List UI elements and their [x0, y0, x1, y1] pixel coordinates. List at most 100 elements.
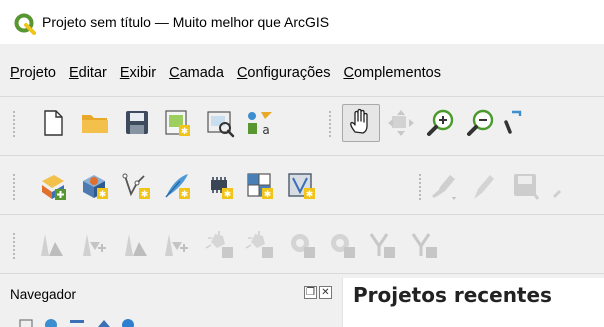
menu-editar[interactable]: Editar: [69, 65, 107, 81]
pan-map-icon: [350, 108, 368, 134]
project-toolbar: ✱ a: [0, 100, 604, 146]
open-project-icon: [82, 115, 108, 133]
new-geopackage-layer-button[interactable]: ✱: [78, 169, 112, 203]
save-project-icon: [126, 111, 148, 134]
fill-ring-icon: [291, 234, 315, 258]
svg-text:✱: ✱: [99, 190, 107, 200]
layout-manager-icon: [207, 111, 235, 138]
reshape-icon: [369, 233, 395, 258]
zoom-full-icon: [504, 110, 522, 134]
layout-manager-button[interactable]: [203, 106, 237, 140]
menu-camada[interactable]: Camada: [169, 65, 224, 81]
save-edits-button: [508, 169, 542, 203]
pan-to-selection-button[interactable]: [384, 106, 418, 140]
delete-ring-icon: [331, 234, 355, 258]
zoom-out-icon: [467, 109, 494, 136]
save-project-button[interactable]: [120, 106, 154, 140]
toolbar-grip[interactable]: [328, 110, 332, 138]
toolbar-grip[interactable]: [12, 173, 16, 201]
new-print-layout-button[interactable]: ✱: [160, 106, 194, 140]
new-virtual-layer-icon: ✱: [247, 173, 273, 200]
toolbar-divider: [0, 96, 604, 97]
menu-exibir[interactable]: Exibir: [120, 65, 156, 81]
recent-projects-heading: Projetos recentes: [353, 283, 552, 307]
current-edits-icon: [474, 175, 494, 199]
menu-projeto[interactable]: Projeto: [10, 65, 56, 81]
svg-text:✱: ✱: [181, 127, 189, 137]
close-panel-icon[interactable]: ✕: [319, 286, 332, 299]
current-edits-button: [466, 169, 500, 203]
svg-text:✱: ✱: [306, 190, 314, 200]
select-vertex-icon: [125, 234, 147, 256]
add-ring-icon: [205, 231, 233, 258]
toolbar-divider: [0, 273, 604, 274]
add-part-button: [243, 228, 277, 262]
new-temporary-scratch-layer-icon: ✱: [211, 177, 233, 200]
zoom-in-icon: [427, 109, 454, 136]
select-vertex-all-icon: [165, 234, 188, 256]
svg-text:a: a: [262, 123, 269, 137]
fill-ring-button: [285, 228, 319, 262]
zoom-in-button[interactable]: [424, 106, 458, 140]
new-geopackage-layer-icon: ✱: [83, 175, 108, 200]
menu-configuracoes[interactable]: Configurações: [237, 65, 331, 81]
offset-curve-icon: [411, 233, 437, 258]
new-spatialite-layer-button[interactable]: ✱: [160, 169, 194, 203]
qgis-logo-icon: [14, 13, 36, 35]
open-project-button[interactable]: [78, 106, 112, 140]
menu-complementos[interactable]: Complementos: [343, 65, 441, 81]
toolbar-grip[interactable]: [12, 110, 16, 138]
new-spatialite-layer-icon: ✱: [165, 174, 190, 200]
edit-more-icon: [552, 189, 562, 199]
browser-panel-title: Navegador: [10, 287, 77, 302]
zoom-out-button[interactable]: [464, 106, 498, 140]
add-part-icon: [245, 231, 273, 258]
toolbar-divider: [0, 214, 604, 215]
svg-text:✱: ✱: [181, 190, 189, 200]
delete-ring-button: [325, 228, 359, 262]
style-manager-button[interactable]: a: [243, 106, 277, 140]
menu-bar: Projeto Editar Exibir Camada Configuraçõ…: [0, 56, 604, 90]
data-source-manager-icon: [42, 175, 66, 200]
browser-toolbar: [0, 312, 342, 327]
new-project-button[interactable]: [36, 106, 70, 140]
new-project-icon: [44, 110, 63, 136]
window-title: Projeto sem título — Muito melhor que Ar…: [42, 14, 330, 30]
toolbar-divider: [0, 155, 604, 156]
new-mesh-layer-icon: ✱: [288, 173, 315, 200]
zoom-full-button[interactable]: [498, 106, 532, 140]
title-bar: Projeto sem título — Muito melhor que Ar…: [0, 0, 604, 44]
toggle-editing-button: [428, 169, 462, 203]
new-temporary-scratch-layer-button[interactable]: ✱: [203, 169, 237, 203]
browser-toolbar-icons: [19, 319, 134, 327]
svg-text:✱: ✱: [264, 190, 272, 200]
select-vertex-all-button: [160, 228, 194, 262]
toolbar-grip[interactable]: [12, 232, 16, 260]
vertex-tool-button: [36, 228, 70, 262]
add-ring-button: [203, 228, 237, 262]
vertex-tool-all-icon: [83, 234, 106, 256]
edit-more-button: [550, 169, 584, 203]
svg-text:✱: ✱: [224, 190, 232, 200]
data-source-manager-button[interactable]: [36, 169, 70, 203]
pan-to-selection-icon: [388, 110, 414, 136]
data-source-toolbar: ✱ ✱ ✱ ✱ ✱ ✱: [0, 163, 604, 209]
advanced-digitizing-toolbar: [0, 222, 604, 268]
new-mesh-layer-button[interactable]: ✱: [285, 169, 319, 203]
new-shapefile-layer-icon: ✱: [122, 173, 150, 200]
save-edits-icon: [514, 174, 540, 200]
reshape-button: [365, 228, 399, 262]
new-shapefile-layer-button[interactable]: ✱: [120, 169, 154, 203]
vertex-tool-icon: [41, 234, 63, 256]
pan-map-button[interactable]: [342, 104, 380, 142]
svg-text:✱: ✱: [141, 190, 149, 200]
offset-curve-button: [407, 228, 441, 262]
float-panel-icon[interactable]: ❐: [304, 286, 317, 299]
new-virtual-layer-button[interactable]: ✱: [243, 169, 277, 203]
select-vertex-button: [120, 228, 154, 262]
toolbar-grip[interactable]: [418, 173, 422, 201]
vertex-tool-all-button: [78, 228, 112, 262]
style-manager-icon: a: [248, 112, 272, 137]
toggle-editing-icon: [432, 175, 456, 200]
new-print-layout-icon: ✱: [165, 110, 190, 137]
